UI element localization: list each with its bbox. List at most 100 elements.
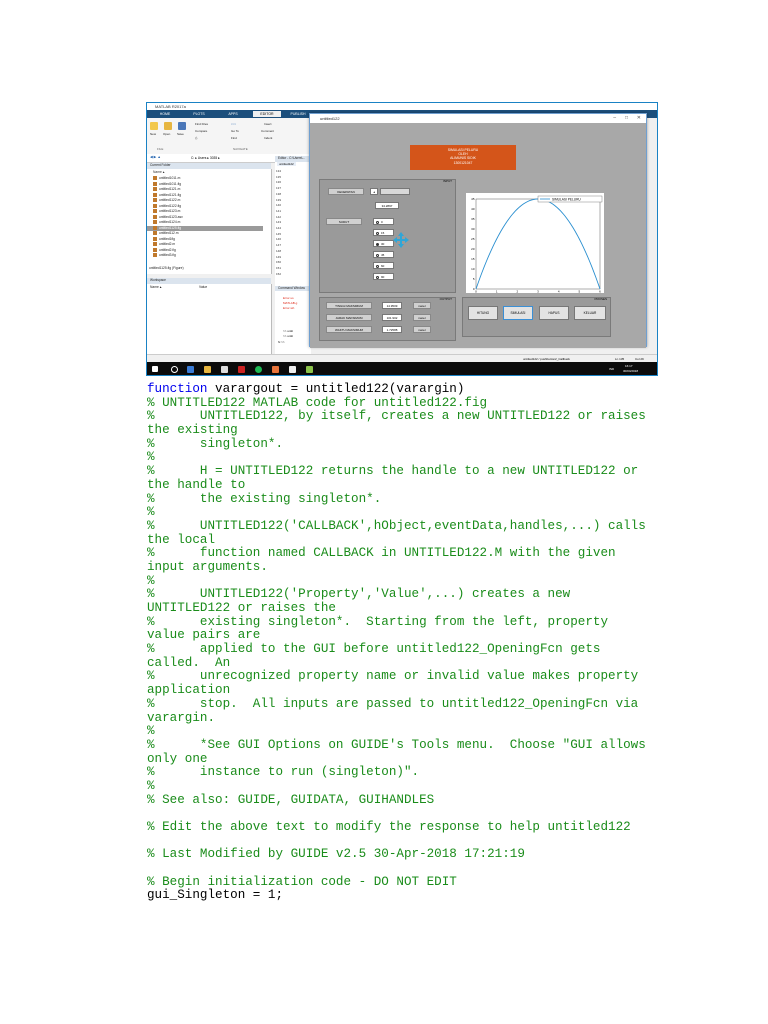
print-button[interactable]: ⎙ [195, 136, 197, 140]
find-files-button[interactable]: Find Files [195, 122, 208, 126]
y-tick-label: 20 [471, 247, 475, 251]
cw-line: MATLAB.g [283, 301, 298, 305]
code-line: only one [147, 751, 208, 766]
keluar-button[interactable]: KELUAR [574, 306, 606, 320]
editor-tab[interactable]: untitled122 [277, 162, 296, 166]
spotify-icon[interactable] [255, 366, 262, 373]
file-item[interactable]: untitled3.fig [153, 253, 176, 259]
file-browser[interactable]: Name ▴ untitled1011.m untitled1011.fig u… [147, 169, 272, 274]
angle-radio[interactable]: 90 [373, 273, 394, 280]
hapus-button[interactable]: HAPUS [539, 306, 569, 320]
y-tick-label: 40 [471, 207, 475, 211]
edge-icon[interactable] [187, 366, 194, 373]
tab-publish[interactable]: PUBLISH [287, 111, 309, 117]
open-icon[interactable] [164, 122, 172, 130]
gui-title-bar: untitled122 – □ ✕ [310, 114, 646, 123]
tab-editor[interactable]: EDITOR [253, 111, 281, 117]
navigate-group-label: NAVIGATE [233, 147, 248, 151]
clock-time[interactable]: 16:17 [625, 364, 633, 368]
angle-radio[interactable]: 60 [373, 262, 394, 269]
new-icon[interactable] [150, 122, 158, 130]
save-icon[interactable] [178, 122, 186, 130]
cw-line: >> untit [283, 329, 294, 333]
angle-radio[interactable]: 45 [373, 251, 394, 258]
keyboard-language[interactable]: IND [609, 367, 614, 371]
code-line: % [147, 505, 155, 520]
editor-pane[interactable]: untitled122 134 135 136 137 138 139 140 141 142 1… [275, 162, 311, 286]
new-label: New [150, 132, 157, 136]
code-line: % function named CALLBACK in UNTITLED122… [147, 546, 616, 561]
editor-ribbon: New Open Save Find Files Compare ⎙ ⇦⇨ Go… [147, 118, 310, 155]
angle-radio[interactable]: 15 [373, 229, 394, 236]
code-line: % H = UNTITLED122 returns the handle to … [147, 464, 639, 479]
save-label: Save [177, 132, 184, 136]
store-icon[interactable] [221, 366, 228, 373]
indent-button[interactable]: Indent [264, 136, 272, 140]
file-details: untitled1125.fig (Figure) [149, 266, 184, 270]
close-icon[interactable]: ✕ [637, 114, 641, 123]
nav-arrows-icon[interactable]: ◀ ▶ ▲ [150, 155, 161, 159]
ws-value-column[interactable]: Value [199, 285, 207, 291]
go-to-button[interactable]: Go To [231, 129, 239, 133]
matlab-taskbar-icon[interactable] [272, 366, 279, 373]
find-button[interactable]: Find [231, 136, 237, 140]
output-unit: meter [413, 326, 431, 333]
output-value[interactable]: 14.9509 [382, 302, 402, 309]
code-line: % singleton*. [147, 436, 284, 451]
app-icon[interactable] [238, 366, 245, 373]
gui-title: untitled122 [320, 116, 340, 121]
folder-path[interactable]: C: ▸ Users ▸ 3035 ▸ [191, 156, 220, 160]
code-line: % unrecognized property name or invalid … [147, 669, 639, 684]
app-icon[interactable] [306, 366, 313, 373]
simulasi-button[interactable]: SIMULASI [503, 306, 533, 320]
angle-radio-selected[interactable]: 30 [373, 240, 394, 247]
tab-apps[interactable]: APPS [219, 111, 247, 117]
code-line: % Edit the above text to modify the resp… [147, 820, 631, 834]
clock-date[interactable]: 30/04/2018 [623, 369, 638, 373]
comment-button[interactable]: Comment [261, 129, 274, 133]
y-tick-label: 35 [471, 217, 475, 221]
matlab-screenshot: MATLAB R2017a HOME PLOTS APPS EDITOR PUB… [146, 102, 658, 376]
code-listing: function varargout = untitled122(varargi… [147, 382, 667, 903]
kecepatan-label: KECEPATAN [328, 188, 364, 195]
command-window[interactable]: Error us MATLAB.g Error wh >> untit >> u… [275, 291, 311, 354]
insert-button[interactable]: Insert [264, 122, 272, 126]
minimize-icon[interactable]: – [613, 114, 616, 123]
kecepatan-slider-left[interactable]: ◂ [370, 188, 378, 195]
trajectory-plot[interactable]: 0 5 10 15 20 25 30 35 40 45 0 1 2 3 4 5 6 SIMULASI PELUR… [466, 193, 604, 294]
code-line: value pairs are [147, 628, 261, 643]
app-icon[interactable] [289, 366, 296, 373]
navigate-icon[interactable]: ⇦⇨ [231, 122, 236, 126]
maximize-icon[interactable]: □ [625, 114, 628, 123]
angle-radio[interactable]: 0 [373, 218, 394, 225]
windows-taskbar: IND 16:17 30/04/2018 [147, 362, 657, 375]
tab-plots[interactable]: PLOTS [185, 111, 213, 117]
windows-start-icon[interactable] [152, 366, 158, 372]
tab-home[interactable]: HOME [151, 111, 179, 117]
code-text: varargout = untitled122(varargin) [207, 382, 465, 396]
code-line: % UNTITLED122('Property','Value',...) cr… [147, 587, 571, 602]
input-panel-title: INPUT [443, 179, 452, 183]
cw-line: Error us [283, 296, 294, 300]
kecepatan-value[interactable]: 34.2897 [375, 202, 399, 209]
gui-figure-window[interactable]: untitled122 – □ ✕ SIMULASI PELURU OLEH A… [309, 113, 647, 348]
y-tick-label: 25 [471, 237, 475, 241]
output-value[interactable]: 101.902 [382, 314, 402, 321]
file-explorer-icon[interactable] [204, 366, 211, 373]
output-unit: meter [413, 314, 431, 321]
name-column-header[interactable]: Name ▴ [153, 170, 164, 176]
sudut-label: SUDUT [326, 218, 362, 225]
code-line: % See also: GUIDE, GUIDATA, GUIHANDLES [147, 792, 435, 807]
cw-prompt[interactable]: fx >> [278, 340, 285, 344]
kecepatan-slider[interactable] [380, 188, 410, 195]
ws-name-column[interactable]: Name ▴ [150, 285, 161, 291]
matlab-title: MATLAB R2017a [155, 104, 186, 109]
workspace-panel[interactable]: Name ▴ Value [147, 284, 272, 354]
output-value[interactable]: 1.72588 [382, 326, 402, 333]
hitung-button[interactable]: HITUNG [468, 306, 498, 320]
search-icon[interactable] [171, 366, 178, 373]
compare-button[interactable]: Compare [195, 129, 207, 133]
output-panel-title: OUTPUT [439, 297, 452, 301]
code-line: varargin. [147, 710, 216, 725]
code-line: % applied to the GUI before untitled122_… [147, 642, 601, 657]
